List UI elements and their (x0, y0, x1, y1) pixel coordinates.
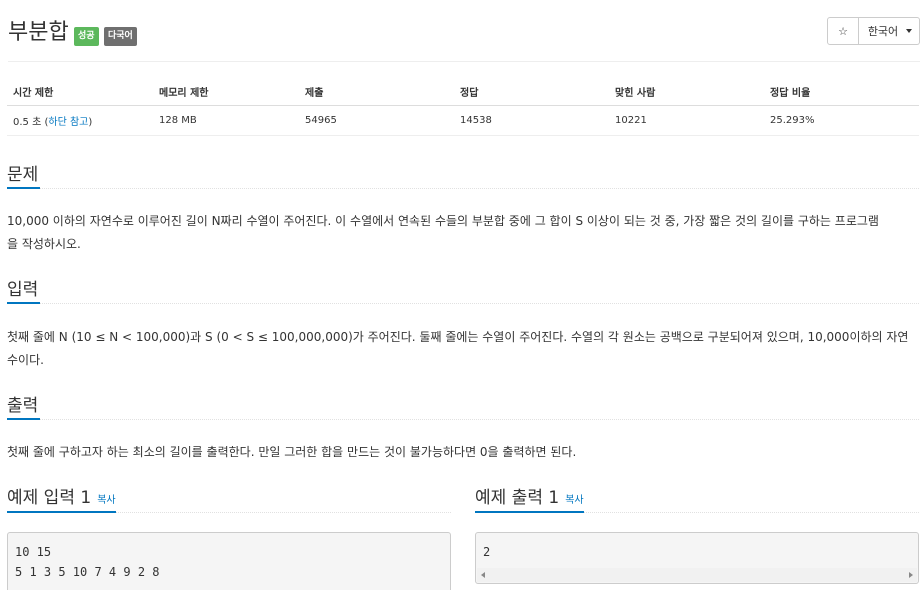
ratio-cell: 25.293% (764, 105, 919, 136)
horizontal-scrollbar[interactable] (477, 568, 917, 582)
header-memory-limit: 메모리 제한 (153, 79, 299, 106)
copy-sample-output-button[interactable]: 복사 (565, 495, 583, 506)
success-badge: 성공 (74, 27, 99, 46)
header-accepted: 정답 (454, 79, 609, 106)
description-line: 을 작성하시오. (7, 237, 81, 251)
time-note-close: ) (88, 116, 93, 128)
description-heading: 문제 (7, 160, 41, 189)
output-text: 첫째 줄에 구하고자 하는 최소의 길이를 출력한다. 만일 그러한 합을 만드… (7, 441, 919, 464)
sample-input-line: 10 15 (15, 545, 52, 559)
input-line: 첫째 줄에 N (10 ≤ N < 100,000)과 S (0 < S ≤ 1… (7, 330, 909, 344)
sample-input-box[interactable]: 10 15 5 1 3 5 10 7 4 9 2 8 (7, 532, 451, 590)
time-limit-cell: 0.5 초 (하단 참고) (7, 105, 153, 136)
page-header: 부분합 성공 다국어 ☆ 한국어 (8, 14, 920, 62)
scroll-left-icon[interactable] (481, 572, 485, 578)
input-text: 첫째 줄에 N (10 ≤ N < 100,000)과 S (0 < S ≤ 1… (7, 326, 919, 372)
header-actions: ☆ 한국어 (827, 17, 920, 45)
copy-sample-input-button[interactable]: 복사 (97, 495, 115, 506)
star-icon: ☆ (838, 24, 848, 38)
header-solvers: 맞힌 사람 (609, 79, 764, 106)
chevron-down-icon (906, 29, 913, 33)
memory-cell: 128 MB (153, 105, 299, 136)
header-submissions: 제출 (299, 79, 454, 106)
submissions-cell: 54965 (299, 105, 454, 136)
time-note-link[interactable]: 하단 참고 (48, 117, 88, 128)
header-time-limit: 시간 제한 (7, 79, 153, 106)
time-limit-value: 0.5 초 (13, 116, 42, 128)
solvers-cell: 10221 (609, 105, 764, 136)
sample-output-header: 예제 출력 1 복사 (475, 483, 919, 513)
table-header-row: 시간 제한 메모리 제한 제출 정답 맞힌 사람 정답 비율 (7, 79, 919, 106)
sample-output-line: 2 (483, 545, 491, 559)
input-line: 수이다. (7, 353, 44, 367)
multilang-badge: 다국어 (104, 27, 137, 46)
problem-info-table: 시간 제한 메모리 제한 제출 정답 맞힌 사람 정답 비율 0.5 초 (하단… (7, 79, 919, 136)
sample-input-title: 예제 입력 1 (7, 488, 92, 508)
language-label: 한국어 (867, 25, 899, 38)
output-section-header: 출력 (7, 391, 919, 420)
sample-input-header: 예제 입력 1 복사 (7, 483, 451, 513)
scroll-right-icon[interactable] (909, 572, 913, 578)
sample-input-heading: 예제 입력 1 복사 (7, 483, 116, 513)
table-row: 0.5 초 (하단 참고) 128 MB 54965 14538 10221 2… (7, 105, 919, 136)
sample-input-line: 5 1 3 5 10 7 4 9 2 8 (15, 565, 160, 579)
header-ratio: 정답 비율 (764, 79, 919, 106)
description-section-header: 문제 (7, 160, 919, 189)
accepted-cell: 14538 (454, 105, 609, 136)
output-heading: 출력 (7, 391, 41, 420)
sample-output-box[interactable]: 2 (475, 532, 919, 584)
sample-output-heading: 예제 출력 1 복사 (475, 483, 584, 513)
problem-title: 부분합 (8, 20, 69, 45)
output-line: 첫째 줄에 구하고자 하는 최소의 길이를 출력한다. 만일 그러한 합을 만드… (7, 445, 577, 459)
star-button[interactable]: ☆ (827, 17, 859, 45)
sample-output-title: 예제 출력 1 (475, 488, 560, 508)
language-dropdown[interactable]: 한국어 (859, 17, 920, 45)
input-section-header: 입력 (7, 275, 919, 304)
description-line: 10,000 이하의 자연수로 이루어진 길이 N짜리 수열이 주어진다. 이 … (7, 214, 879, 228)
description-text: 10,000 이하의 자연수로 이루어진 길이 N짜리 수열이 주어진다. 이 … (7, 210, 919, 256)
input-heading: 입력 (7, 275, 41, 304)
